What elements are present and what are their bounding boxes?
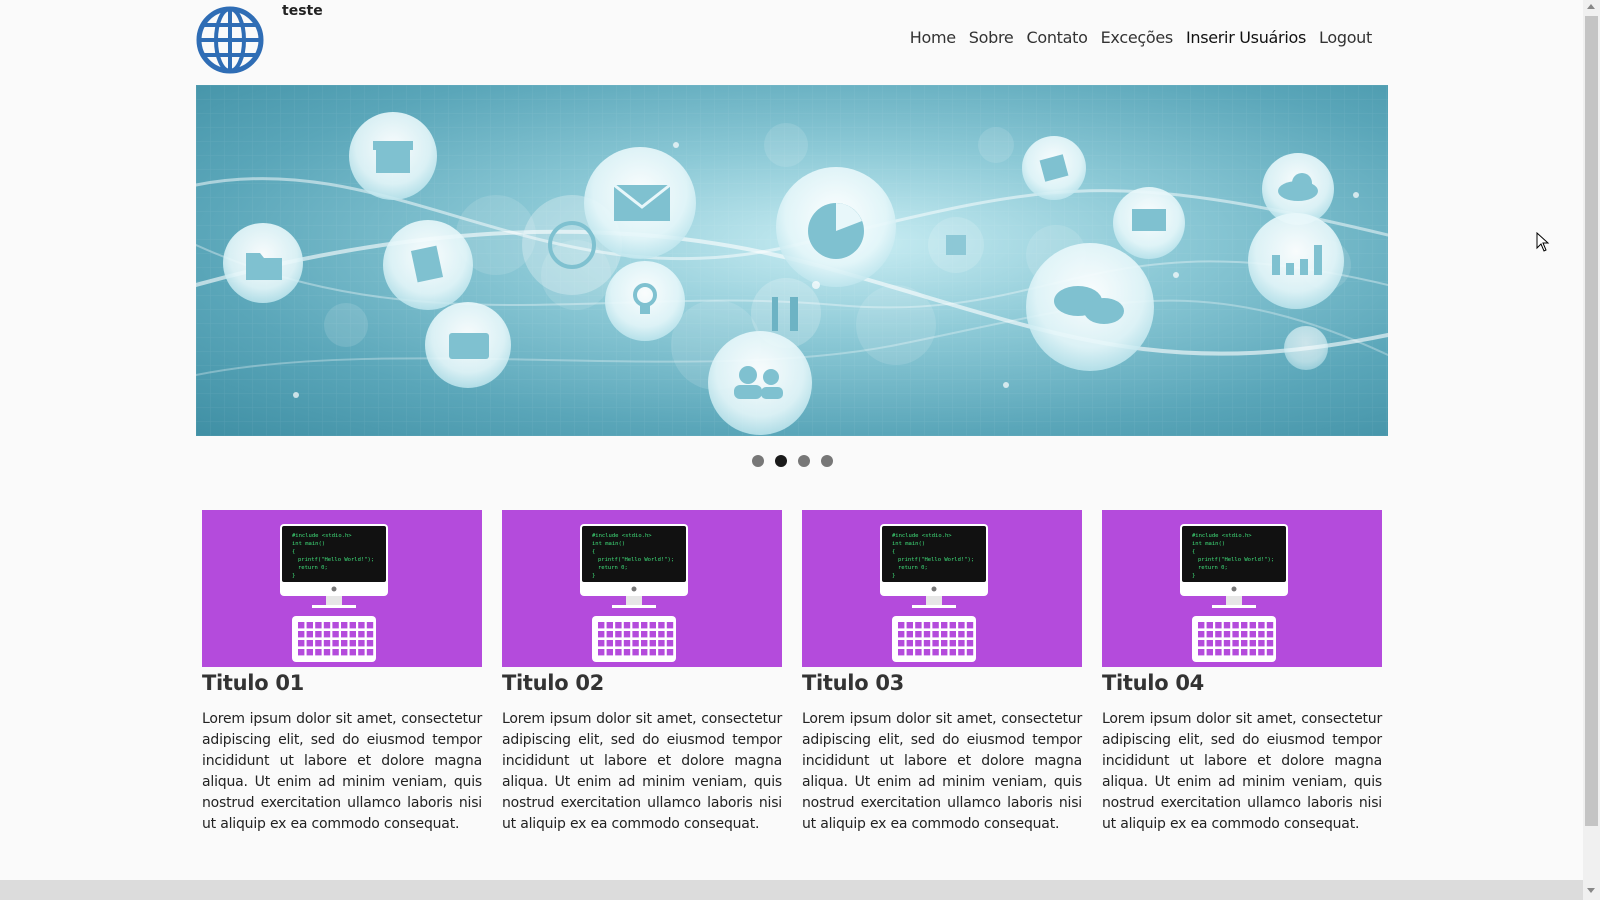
- scroll-thumb[interactable]: [1585, 16, 1598, 826]
- nav-inserir-usuarios[interactable]: Inserir Usuários: [1186, 28, 1306, 47]
- svg-text:int main(): int main(): [892, 541, 925, 547]
- svg-text:{: {: [592, 549, 595, 555]
- computer-code-icon: #include <stdio.h> int main() {printf("Hel…: [502, 510, 782, 667]
- bar-chart-icon: [1248, 213, 1344, 309]
- svg-text:#include <stdio.h>: #include <stdio.h>: [1192, 533, 1252, 539]
- svg-text:#include <stdio.h>: #include <stdio.h>: [292, 533, 352, 539]
- card-list: #include <stdio.h> int main(){printf("Hel…: [202, 510, 1382, 835]
- svg-text:return 0;: return 0;: [898, 565, 928, 571]
- nav-sobre[interactable]: Sobre: [969, 28, 1014, 47]
- svg-text:return 0;: return 0;: [298, 565, 328, 571]
- computer-code-icon: #include <stdio.h> int main() {printf("Hel…: [802, 510, 1082, 667]
- card-title: Titulo 03: [802, 671, 904, 695]
- svg-text:printf("Hello World!");: printf("Hello World!");: [898, 557, 974, 563]
- card-title: Titulo 02: [502, 671, 604, 695]
- svg-text:return 0;: return 0;: [598, 565, 628, 571]
- carousel-indicators: [752, 455, 833, 467]
- svg-text:}: }: [1192, 573, 1195, 579]
- svg-text:printf("Hello World!");: printf("Hello World!");: [598, 557, 674, 563]
- carousel-dot-1[interactable]: [752, 455, 764, 467]
- card-text: Lorem ipsum dolor sit amet, consectetur …: [202, 711, 482, 832]
- computer-code-icon: #include <stdio.h> int main() {printf("Hel…: [202, 510, 482, 667]
- svg-text:{: {: [1192, 549, 1195, 555]
- presentation-icon: [1113, 187, 1185, 259]
- chat-icon: [1026, 243, 1154, 371]
- card: #include <stdio.h> int main() {printf("Hel…: [202, 510, 482, 835]
- card-title: Titulo 01: [202, 671, 304, 695]
- globe-icon[interactable]: [196, 6, 264, 74]
- footer: [0, 880, 1583, 900]
- lightbulb-icon: [605, 261, 685, 341]
- svg-text:int main(): int main(): [592, 541, 625, 547]
- puzzle-icon: [928, 217, 984, 273]
- card: #include <stdio.h> int main() {printf("Hel…: [502, 510, 782, 835]
- users-icon: [708, 331, 812, 435]
- card: #include <stdio.h> int main() {printf("Hel…: [802, 510, 1082, 835]
- computer-code-icon: #include <stdio.h> int main() {printf("Hel…: [1102, 510, 1382, 667]
- svg-text:{: {: [292, 549, 295, 555]
- svg-text:{: {: [892, 549, 895, 555]
- svg-text:}: }: [292, 573, 295, 579]
- page: teste Home Sobre Contato Exceções Inseri…: [0, 0, 1583, 900]
- svg-text:}: }: [592, 573, 595, 579]
- svg-text:printf("Hello World!");: printf("Hello World!");: [1198, 557, 1274, 563]
- envelope-icon: [584, 147, 696, 259]
- card-title: Titulo 04: [1102, 671, 1204, 695]
- card-text: Lorem ipsum dolor sit amet, consectetur …: [1102, 711, 1382, 832]
- card: #include <stdio.h> int main() {printf("Hel…: [1102, 510, 1382, 835]
- contacts-icon: [1022, 136, 1086, 200]
- card-text: Lorem ipsum dolor sit amet, consectetur …: [502, 711, 782, 832]
- card-text: Lorem ipsum dolor sit amet, consectetur …: [802, 711, 1082, 832]
- tv-icon: [425, 302, 511, 388]
- folder-icon: [223, 223, 303, 303]
- nav-home[interactable]: Home: [910, 28, 956, 47]
- gift-icon: [349, 112, 437, 200]
- nav-excecoes[interactable]: Exceções: [1101, 28, 1174, 47]
- svg-text:#include <stdio.h>: #include <stdio.h>: [592, 533, 652, 539]
- site-header: teste Home Sobre Contato Exceções Inseri…: [196, 0, 1388, 84]
- svg-text:int main(): int main(): [1192, 541, 1225, 547]
- main-nav: Home Sobre Contato Exceções Inserir Usuá…: [910, 28, 1373, 47]
- hero-banner: [196, 85, 1388, 436]
- svg-text:int main(): int main(): [292, 541, 325, 547]
- svg-text:}: }: [892, 573, 895, 579]
- scroll-up-icon[interactable]: [1587, 4, 1595, 9]
- svg-text:#include <stdio.h>: #include <stdio.h>: [892, 533, 952, 539]
- pie-chart-icon: [776, 167, 896, 287]
- carousel-dot-3[interactable]: [798, 455, 810, 467]
- scrollbar[interactable]: [1583, 0, 1600, 900]
- carousel-dot-4[interactable]: [821, 455, 833, 467]
- svg-text:printf("Hello World!");: printf("Hello World!");: [298, 557, 374, 563]
- nav-logout[interactable]: Logout: [1319, 28, 1372, 47]
- svg-text:return 0;: return 0;: [1198, 565, 1228, 571]
- carousel-dot-2[interactable]: [775, 455, 787, 467]
- nav-contato[interactable]: Contato: [1026, 28, 1087, 47]
- site-name: teste: [282, 3, 323, 19]
- cursor-icon: [1536, 231, 1550, 256]
- document-icon: [383, 220, 473, 310]
- scroll-down-icon[interactable]: [1587, 888, 1595, 893]
